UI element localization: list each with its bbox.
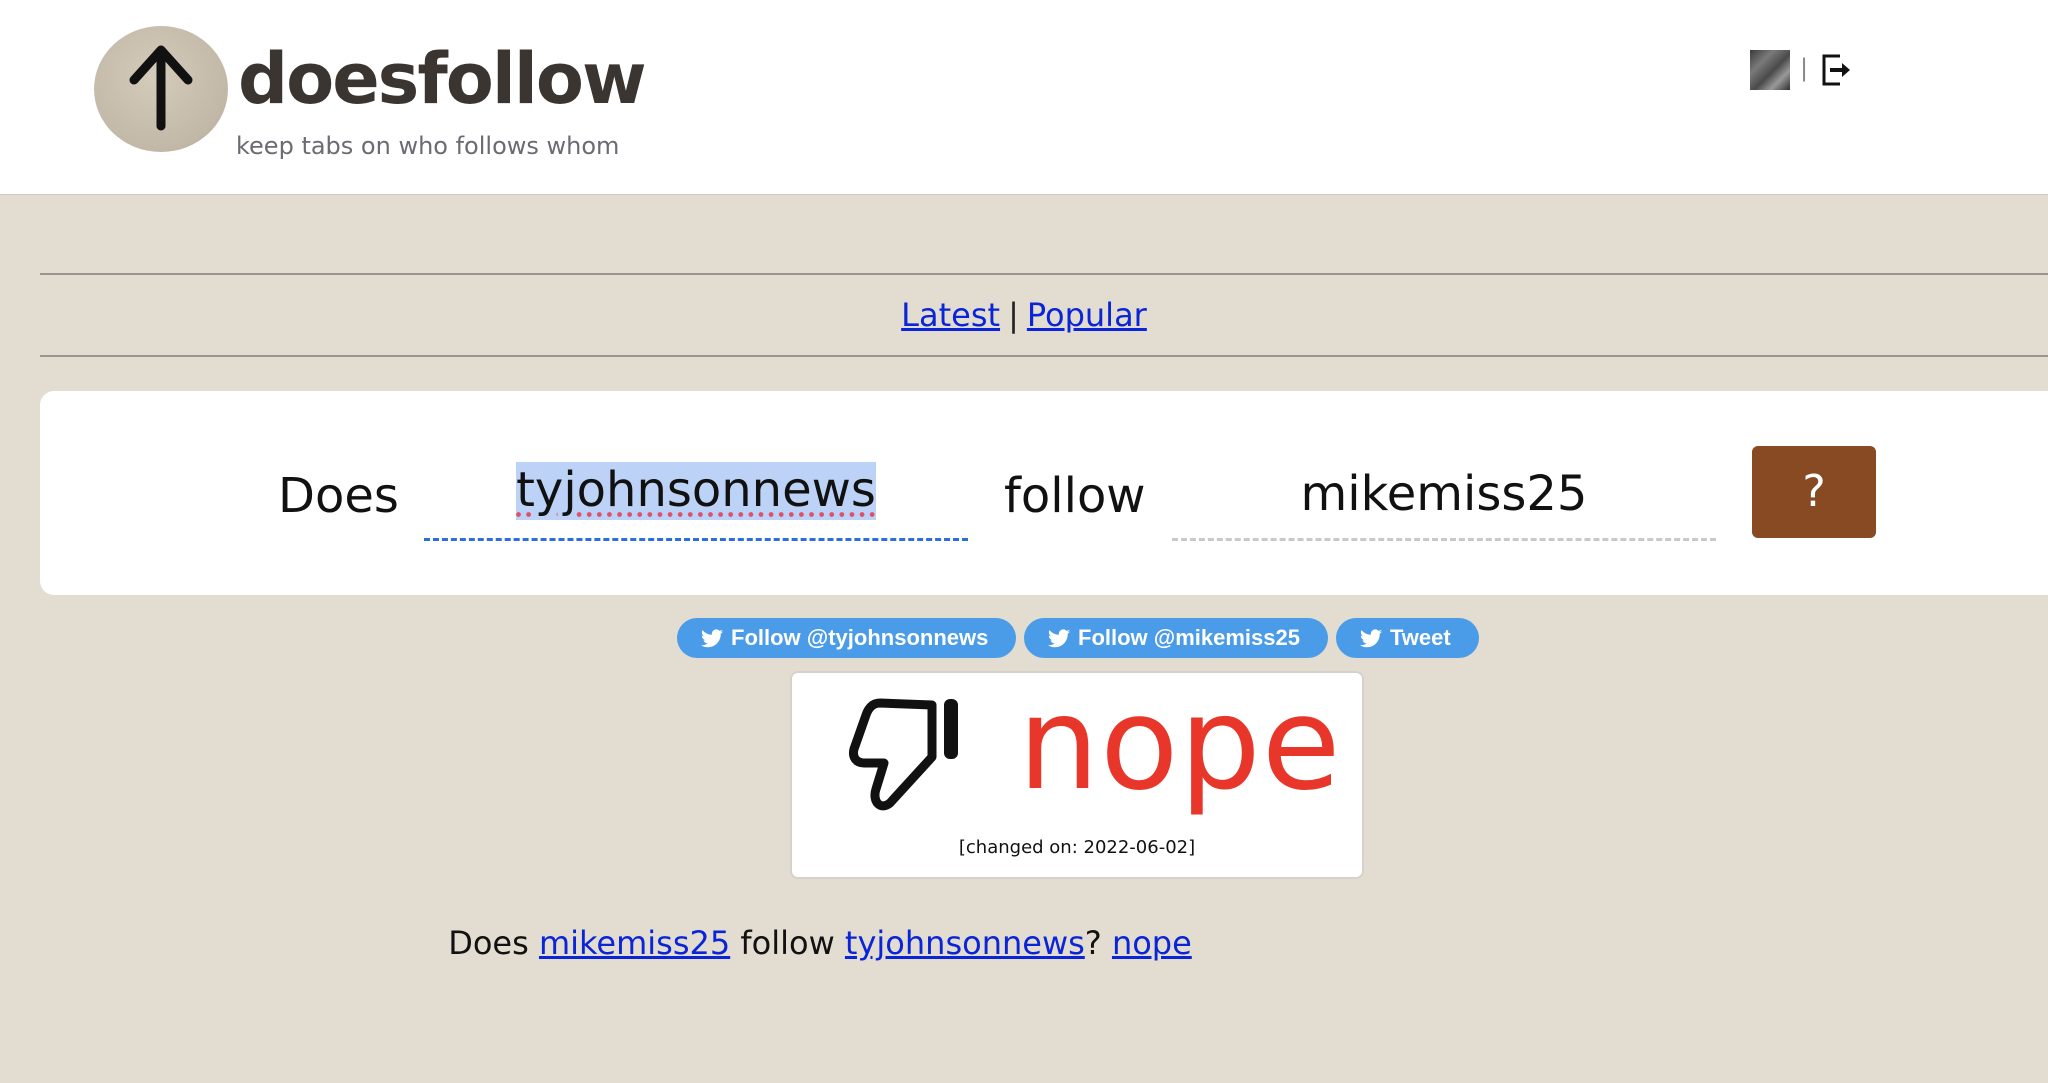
follow-first-label: Follow @tyjohnsonnews	[731, 625, 989, 650]
nav-separator: |	[1008, 296, 1019, 334]
reverse-qmark: ?	[1084, 924, 1102, 962]
nav-bar: Latest | Popular	[0, 296, 2048, 334]
tweet-button[interactable]: Tweet	[1336, 618, 1479, 658]
reverse-answer-link[interactable]: nope	[1112, 924, 1192, 962]
twitter-bird-icon	[1360, 629, 1382, 648]
follower-input[interactable]: tyjohnsonnews	[424, 462, 968, 541]
result-card: nope [changed on: 2022-06-02]	[790, 671, 1364, 879]
header-separator: |	[1800, 54, 1809, 82]
nav-divider-bottom	[40, 355, 2048, 357]
followee-value[interactable]: mikemiss25	[1301, 462, 1588, 518]
nav-link-latest[interactable]: Latest	[901, 296, 1000, 334]
changed-date: [changed on: 2022-06-02]	[958, 837, 1196, 858]
user-avatar[interactable]	[1750, 50, 1790, 90]
nav-divider-top	[40, 273, 2048, 275]
tagline: keep tabs on who follows whom	[236, 132, 620, 160]
followee-input[interactable]: mikemiss25	[1172, 462, 1716, 541]
reverse-question: Does mikemiss25 follow tyjohnsonnews? no…	[0, 924, 1640, 962]
follower-value[interactable]: tyjohnsonnews	[516, 462, 876, 520]
twitter-bird-icon	[1048, 629, 1070, 648]
up-arrow-icon[interactable]	[94, 26, 228, 152]
nav-link-popular[interactable]: Popular	[1027, 296, 1147, 334]
verdict-text: nope	[1018, 670, 1342, 819]
reverse-user-a-link[interactable]: mikemiss25	[539, 924, 730, 962]
brand-name[interactable]: doesfollow	[238, 44, 647, 114]
logout-icon[interactable]	[1820, 52, 1852, 88]
reverse-middle: follow	[740, 924, 835, 962]
ask-button[interactable]: ?	[1752, 446, 1876, 538]
follow-second-label: Follow @mikemiss25	[1078, 625, 1300, 650]
tweet-label: Tweet	[1390, 625, 1451, 650]
does-label: Does	[278, 468, 399, 524]
reverse-user-b-link[interactable]: tyjohnsonnews	[845, 924, 1085, 962]
twitter-bird-icon	[701, 629, 723, 648]
follow-label: follow	[1004, 468, 1146, 524]
reverse-prefix: Does	[448, 924, 529, 962]
site-header: doesfollow keep tabs on who follows whom…	[0, 0, 2048, 195]
follow-tyjohnsonnews-button[interactable]: Follow @tyjohnsonnews	[677, 618, 1016, 658]
follow-mikemiss25-button[interactable]: Follow @mikemiss25	[1024, 618, 1328, 658]
thumbs-down-icon	[849, 698, 958, 811]
